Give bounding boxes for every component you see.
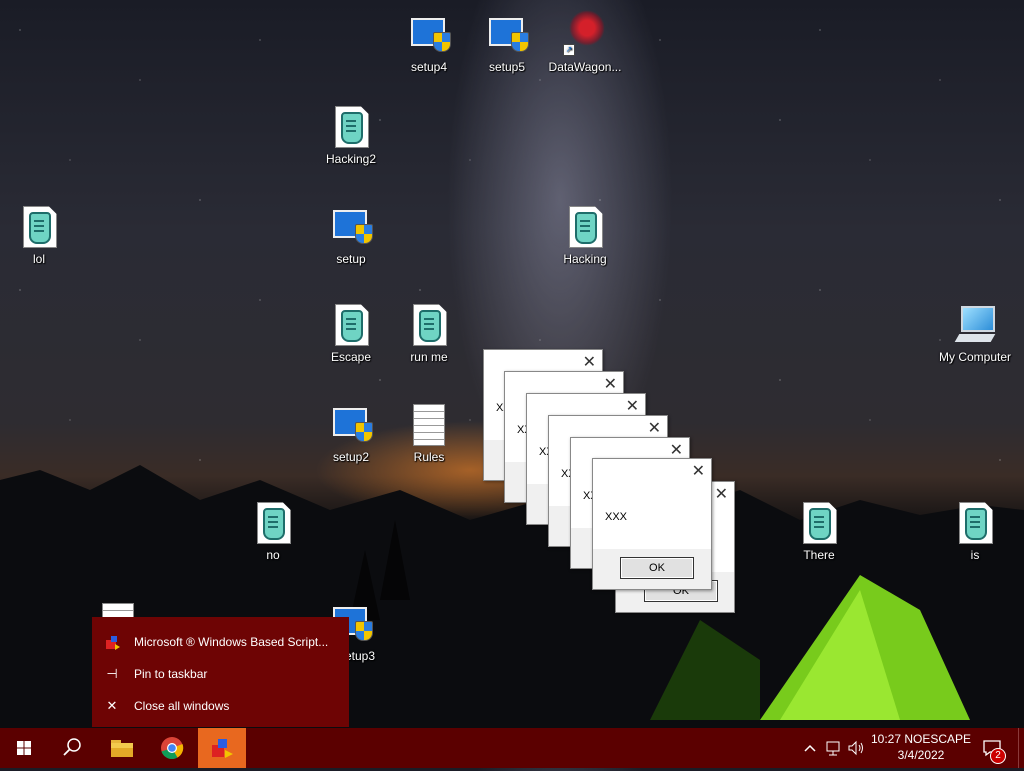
desktop-icon-label: setup <box>336 252 366 266</box>
search-icon <box>63 738 81 756</box>
jump-list-close-label: Close all windows <box>134 699 230 713</box>
script-icon <box>331 106 371 150</box>
jump-list-app-item[interactable]: Microsoft ® Windows Based Script... <box>92 627 349 657</box>
desktop-icon-label: no <box>266 548 280 562</box>
setup-icon <box>331 404 373 448</box>
close-icon[interactable]: ✕ <box>715 484 728 504</box>
desktop-icon-lol[interactable]: lol <box>1 206 77 266</box>
script-icon <box>253 502 293 546</box>
desktop-icon-label: run me <box>410 350 448 364</box>
desktop-icon-setup4[interactable]: setup4 <box>391 14 467 74</box>
shortcut-arrow-icon: ↗ <box>563 44 575 56</box>
script-icon <box>409 304 449 348</box>
desktop-icon-run-me[interactable]: run me <box>391 304 467 364</box>
close-icon: ✕ <box>106 698 118 713</box>
close-icon[interactable]: ✕ <box>670 440 683 460</box>
pin-icon: ⊣ <box>106 666 118 681</box>
jump-list-close-item[interactable]: ✕ Close all windows <box>92 691 349 721</box>
script-icon <box>19 206 59 250</box>
desktop-icon-my-computer[interactable]: My Computer <box>937 304 1013 364</box>
message-dialog-front[interactable]: ✕ XXX OK <box>592 458 712 590</box>
datawagon-icon: ↗ <box>563 10 605 58</box>
desktop-icon-label: Escape <box>330 350 372 364</box>
desktop-icon-hacking[interactable]: Hacking <box>547 206 623 266</box>
desktop-icon-label: setup5 <box>488 60 526 74</box>
desktop-icon-setup2[interactable]: setup2 <box>313 404 389 464</box>
desktop-icon-label: My Computer <box>938 350 1012 364</box>
desktop-icon-label: There <box>803 548 835 562</box>
desktop-icon-setup[interactable]: setup <box>313 206 389 266</box>
chevron-up-icon <box>804 744 816 752</box>
script-icon <box>955 502 995 546</box>
desktop-icon-label: lol <box>32 252 45 266</box>
folder-icon <box>111 740 133 757</box>
desktop-icon-datawagon[interactable]: ↗ DataWagon... <box>547 10 623 74</box>
desktop-icon-label: setup4 <box>410 60 448 74</box>
clock-time: 10:27 NOESCAPE <box>870 732 972 746</box>
setup-icon <box>487 14 529 58</box>
desktop-icon-hacking2[interactable]: Hacking2 <box>313 106 389 166</box>
system-clock[interactable]: 10:27 NOESCAPE 3/4/2022 <box>866 731 976 763</box>
desktop-icon-label: DataWagon... <box>548 60 622 74</box>
taskbar-jump-list: Microsoft ® Windows Based Script... ⊣ Pi… <box>92 617 349 727</box>
script-host-icon <box>212 739 233 758</box>
show-hidden-icons-button[interactable] <box>802 738 818 761</box>
start-button[interactable] <box>0 728 48 768</box>
computer-icon <box>954 304 996 348</box>
script-icon <box>799 502 839 546</box>
desktop-icon-setup5[interactable]: setup5 <box>469 14 545 74</box>
speaker-icon <box>848 740 863 756</box>
close-icon[interactable]: ✕ <box>626 396 639 416</box>
jump-list-pin-label: Pin to taskbar <box>134 667 208 681</box>
network-icon <box>826 741 840 756</box>
file-explorer-button[interactable] <box>98 728 146 768</box>
desktop-icon-label: Rules <box>413 450 445 464</box>
dialog-message: XXX <box>605 511 628 523</box>
ok-button[interactable]: OK <box>620 557 694 579</box>
close-icon[interactable]: ✕ <box>583 352 596 372</box>
desktop-icon-escape[interactable]: Escape <box>313 304 389 364</box>
show-desktop-button[interactable] <box>1018 728 1024 768</box>
close-icon[interactable]: ✕ <box>648 418 661 438</box>
chrome-icon <box>161 737 184 760</box>
desktop-icon-label: setup2 <box>332 450 370 464</box>
setup-icon <box>331 206 373 250</box>
setup-icon <box>409 14 451 58</box>
notification-count-badge: 2 <box>990 748 1006 764</box>
close-icon[interactable]: ✕ <box>604 374 617 394</box>
desktop-icon-is[interactable]: is <box>937 502 1013 562</box>
script-icon <box>331 304 371 348</box>
clock-date: 3/4/2022 <box>897 748 945 762</box>
jump-list-app-title: Microsoft ® Windows Based Script... <box>134 635 329 649</box>
desktop-icon-label: Hacking2 <box>325 152 377 166</box>
taskbar: 10:27 NOESCAPE 3/4/2022 <box>0 728 1024 768</box>
desktop-icon-no[interactable]: no <box>235 502 311 562</box>
windows-logo-icon <box>17 741 31 755</box>
network-button[interactable] <box>824 738 844 761</box>
script-host-icon <box>104 634 120 650</box>
desktop-icon-label: is <box>970 548 980 562</box>
volume-button[interactable] <box>846 738 866 761</box>
desktop-icon-rules[interactable]: Rules <box>391 404 467 464</box>
desktop-icon-label: Hacking <box>563 252 607 266</box>
chrome-button[interactable] <box>148 728 196 768</box>
close-icon[interactable]: ✕ <box>692 461 705 481</box>
script-host-taskbar-button[interactable] <box>198 728 246 768</box>
jump-list-pin-item[interactable]: ⊣ Pin to taskbar <box>92 659 349 689</box>
desktop-icon-there[interactable]: There <box>781 502 857 562</box>
text-document-icon <box>409 404 449 448</box>
script-icon <box>565 206 605 250</box>
search-button[interactable] <box>48 728 96 768</box>
